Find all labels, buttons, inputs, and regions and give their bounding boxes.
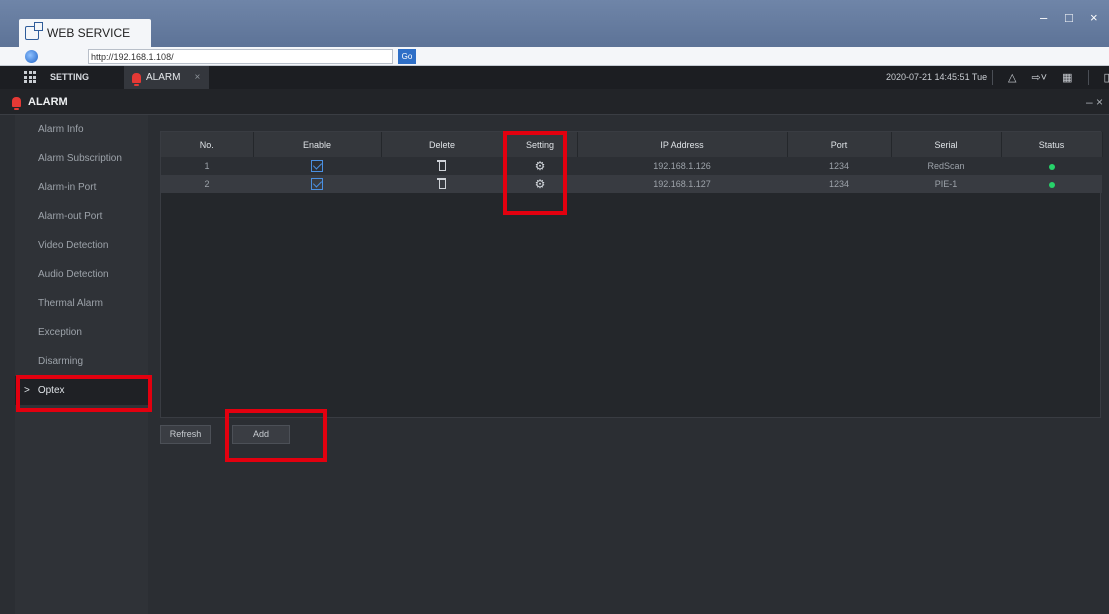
alarm-bell-icon bbox=[12, 96, 21, 110]
app-topbar: SETTING ALARM × 2020-07-21 14:45:51 Tue … bbox=[0, 66, 1109, 89]
logout-icon[interactable]: ⇨˅ bbox=[1031, 71, 1047, 84]
sidebar-item-label: Disarming bbox=[38, 356, 84, 367]
table-row: 1 ⚙ 192.168.1.126 1234 RedScan bbox=[161, 157, 1102, 175]
window-icon bbox=[25, 22, 43, 40]
cell-ip-address: 192.168.1.127 bbox=[577, 175, 787, 193]
sidebar-item-thermal-alarm[interactable]: Thermal Alarm bbox=[15, 289, 148, 318]
status-online-icon bbox=[1048, 163, 1055, 170]
device-table: No. Enable Delete Setting IP Address Por… bbox=[161, 132, 1103, 193]
divider bbox=[992, 70, 993, 85]
sidebar-item-audio-detection[interactable]: Audio Detection bbox=[15, 260, 148, 289]
column-header-delete: Delete bbox=[381, 132, 504, 157]
cell-serial: RedScan bbox=[891, 157, 1001, 175]
cell-no: 1 bbox=[161, 157, 253, 175]
refresh-button[interactable]: Refresh bbox=[160, 425, 211, 444]
url-input[interactable] bbox=[88, 49, 393, 64]
maximize-icon[interactable]: □ bbox=[1065, 10, 1073, 25]
sidebar: Alarm Info Alarm Subscription Alarm-in P… bbox=[15, 115, 148, 614]
sidebar-item-alarm-info[interactable]: Alarm Info bbox=[15, 115, 148, 144]
enable-checkbox[interactable] bbox=[311, 160, 323, 172]
browser-tab-title: WEB SERVICE bbox=[47, 26, 131, 40]
screen-icon[interactable]: ◫ bbox=[1104, 71, 1109, 84]
cell-no: 2 bbox=[161, 175, 253, 193]
module-close-icon[interactable]: – × bbox=[1086, 95, 1103, 109]
cell-port: 1234 bbox=[787, 175, 891, 193]
module-header: ALARM – × bbox=[0, 89, 1109, 115]
grid-menu-icon[interactable] bbox=[24, 71, 36, 83]
column-header-no: No. bbox=[161, 132, 254, 157]
sidebar-item-label: Alarm Info bbox=[38, 124, 84, 135]
highlight-add-button bbox=[225, 409, 327, 462]
sidebar-item-alarm-subscription[interactable]: Alarm Subscription bbox=[15, 144, 148, 173]
sidebar-item-label: Video Detection bbox=[38, 240, 109, 251]
alarm-bell-icon bbox=[132, 72, 141, 86]
alarm-tab-close-icon[interactable]: × bbox=[194, 72, 200, 83]
sidebar-item-video-detection[interactable]: Video Detection bbox=[15, 231, 148, 260]
sidebar-item-alarm-out-port[interactable]: Alarm-out Port bbox=[15, 202, 148, 231]
sidebar-item-label: Audio Detection bbox=[38, 269, 109, 280]
qr-code-icon[interactable]: ▦ bbox=[1062, 71, 1072, 84]
sidebar-item-label: Thermal Alarm bbox=[38, 298, 104, 309]
column-header-enable: Enable bbox=[253, 132, 382, 157]
column-header-ip-address: IP Address bbox=[577, 132, 788, 157]
enable-checkbox[interactable] bbox=[311, 178, 323, 190]
minimize-icon[interactable]: – bbox=[1040, 10, 1047, 25]
device-table-panel: No. Enable Delete Setting IP Address Por… bbox=[160, 131, 1103, 418]
address-bar: Go bbox=[0, 47, 1109, 66]
sidebar-item-disarming[interactable]: Disarming bbox=[15, 347, 148, 376]
datetime-display: 2020-07-21 14:45:51 Tue bbox=[886, 72, 988, 82]
delete-icon[interactable] bbox=[437, 160, 446, 172]
page-title: ALARM bbox=[28, 95, 68, 108]
browser-logo-icon bbox=[25, 50, 38, 63]
browser-tab[interactable]: WEB SERVICE bbox=[19, 19, 151, 47]
highlight-setting-column bbox=[503, 131, 567, 215]
column-header-port: Port bbox=[787, 132, 892, 157]
go-button[interactable]: Go bbox=[398, 49, 416, 64]
setting-tab[interactable]: SETTING bbox=[50, 66, 89, 89]
sidebar-item-label: Alarm-out Port bbox=[38, 211, 103, 222]
status-online-icon bbox=[1048, 181, 1055, 188]
sidebar-item-label: Alarm Subscription bbox=[38, 153, 122, 164]
sidebar-item-label: Exception bbox=[38, 327, 82, 338]
column-header-status: Status bbox=[1001, 132, 1103, 157]
cell-ip-address: 192.168.1.126 bbox=[577, 157, 787, 175]
alarm-tab-label: ALARM bbox=[146, 72, 181, 83]
column-header-serial: Serial bbox=[891, 132, 1002, 157]
sidebar-item-alarm-in-port[interactable]: Alarm-in Port bbox=[15, 173, 148, 202]
sidebar-item-label: Alarm-in Port bbox=[38, 182, 97, 193]
browser-titlebar: WEB SERVICE – □ × bbox=[0, 0, 1109, 47]
main-content: No. Enable Delete Setting IP Address Por… bbox=[148, 115, 1109, 614]
cell-port: 1234 bbox=[787, 157, 891, 175]
divider bbox=[1087, 70, 1089, 85]
cell-serial: PIE-1 bbox=[891, 175, 1001, 193]
alarm-tab[interactable]: ALARM × bbox=[124, 66, 209, 89]
user-icon[interactable]: △ bbox=[1008, 71, 1016, 84]
table-header-row: No. Enable Delete Setting IP Address Por… bbox=[161, 132, 1103, 157]
topbar-icons: △ ⇨˅ ▦ ◫ bbox=[992, 66, 1109, 89]
sidebar-item-exception[interactable]: Exception bbox=[15, 318, 148, 347]
delete-icon[interactable] bbox=[437, 178, 446, 190]
highlight-optex-item bbox=[16, 375, 152, 412]
table-row: 2 ⚙ 192.168.1.127 1234 PIE-1 bbox=[161, 175, 1102, 193]
close-icon[interactable]: × bbox=[1090, 10, 1098, 25]
